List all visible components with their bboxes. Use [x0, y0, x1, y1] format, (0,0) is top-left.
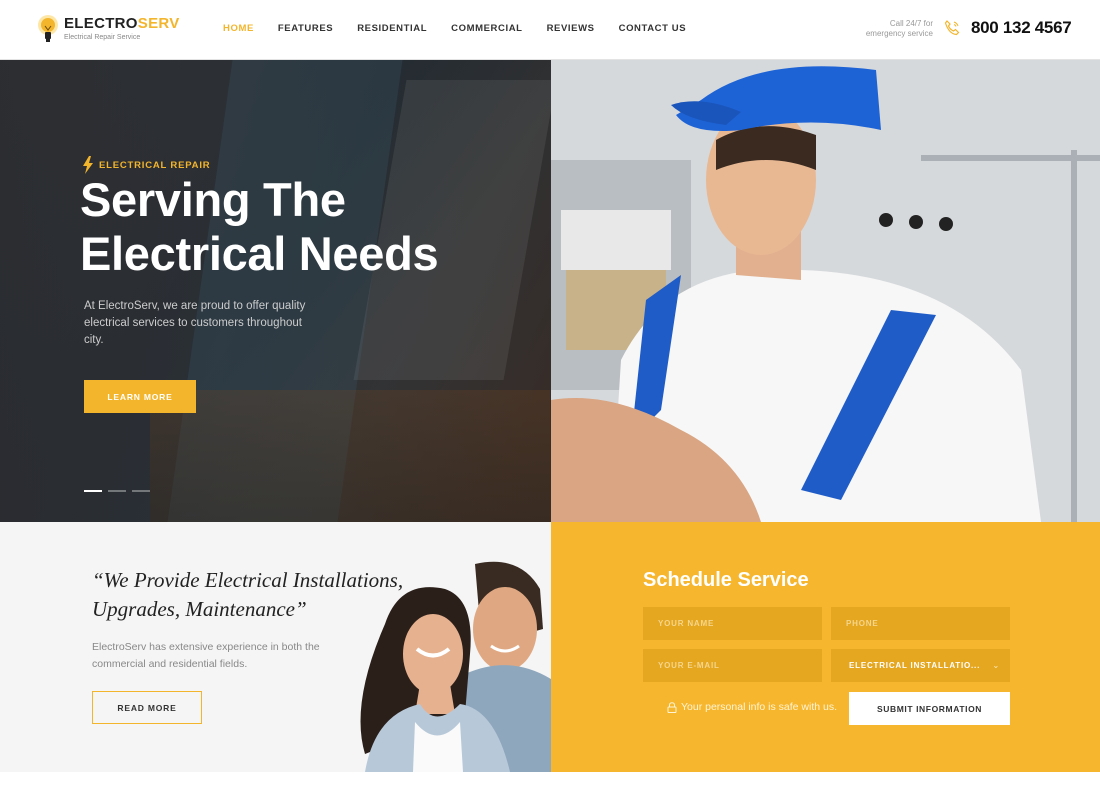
phone-input[interactable]: PHONE	[831, 607, 1010, 640]
nav-commercial[interactable]: COMMERCIAL	[451, 23, 522, 34]
page-bottom	[0, 772, 1100, 800]
nav-residential[interactable]: RESIDENTIAL	[357, 23, 427, 34]
lightbulb-icon	[38, 15, 58, 42]
lock-icon	[667, 701, 677, 713]
man-face	[473, 587, 537, 671]
hero-description: At ElectroServ, we are proud to offer qu…	[84, 300, 306, 346]
privacy-note-text: Your personal info is safe with us.	[681, 701, 838, 713]
hero-title: Serving The Electrical Needs	[80, 173, 439, 281]
lightning-bolt-icon	[83, 156, 93, 174]
hero-background-wires	[150, 390, 550, 522]
phone-number[interactable]: 800 132 4567	[971, 18, 1072, 38]
nav-features[interactable]: FEATURES	[278, 23, 333, 34]
hero-eyebrow: ELECTRICAL REPAIR	[82, 156, 210, 174]
slider-dots	[84, 490, 156, 492]
read-more-button[interactable]: READ MORE	[92, 691, 202, 724]
email-input[interactable]: YOUR E-MAIL	[643, 649, 822, 682]
phone-icon	[944, 20, 960, 36]
brand-tagline: Electrical Repair Service	[64, 34, 141, 41]
hero-title-line-2: Electrical Needs	[80, 227, 439, 280]
service-select[interactable]: ELECTRICAL INSTALLATIO... ⌄	[831, 649, 1010, 682]
service-select-value: ELECTRICAL INSTALLATIO...	[849, 661, 981, 670]
slider-dot-3[interactable]	[132, 490, 150, 492]
electrician-illustration	[551, 60, 1100, 522]
about-section: “We Provide Electrical Installations, Up…	[0, 522, 551, 772]
about-description: ElectroServ has extensive experience in …	[92, 641, 320, 670]
brand-name: ELECTROSERV	[64, 15, 180, 32]
logo[interactable]: ELECTROSERV Electrical Repair Service	[37, 14, 180, 44]
nav-contact-us[interactable]: CONTACT US	[619, 23, 687, 34]
slider-dot-1[interactable]	[84, 490, 102, 492]
chevron-down-icon: ⌄	[992, 661, 1000, 670]
schedule-service-form: Schedule Service YOUR NAME PHONE YOUR E-…	[551, 522, 1100, 772]
learn-more-button[interactable]: LEARN MORE	[84, 380, 196, 413]
main-nav: HOME FEATURES RESIDENTIAL COMMERCIAL REV…	[223, 23, 710, 34]
site-header: ELECTROSERV Electrical Repair Service HO…	[0, 0, 1100, 60]
electrician-photo	[551, 60, 1100, 522]
call-note: Call 24/7 for emergency service	[866, 19, 933, 39]
name-input[interactable]: YOUR NAME	[643, 607, 822, 640]
hero-slider	[0, 60, 551, 522]
call-line-2: emergency service	[865, 29, 933, 38]
call-line-1: Call 24/7 for	[889, 19, 933, 28]
couple-photo	[360, 561, 551, 772]
nav-reviews[interactable]: REVIEWS	[547, 23, 595, 34]
privacy-note: Your personal info is safe with us.	[667, 701, 837, 713]
submit-information-button[interactable]: SUBMIT INFORMATION	[849, 692, 1010, 725]
hero-eyebrow-text: ELECTRICAL REPAIR	[99, 159, 211, 171]
hero-title-line-1: Serving The	[80, 173, 346, 226]
form-title: Schedule Service	[643, 569, 809, 591]
slider-dot-2[interactable]	[108, 490, 126, 492]
nav-home[interactable]: HOME	[223, 23, 254, 34]
